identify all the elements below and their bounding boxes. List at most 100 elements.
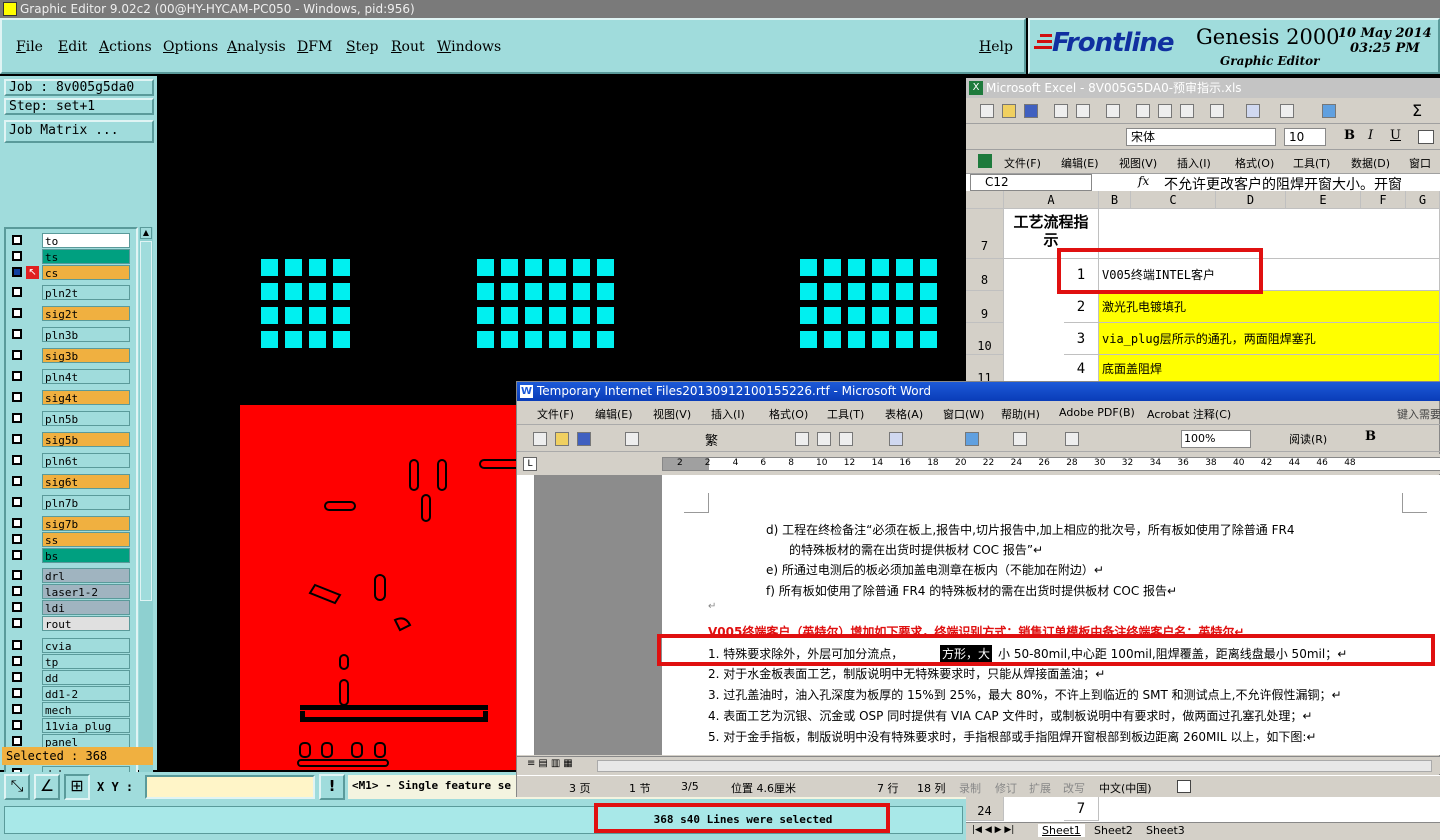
layer-checkbox[interactable] <box>12 586 22 596</box>
excel-menu-format[interactable]: 格式(O) <box>1235 155 1274 171</box>
zoom-fit-icon[interactable]: ⤡ <box>4 774 30 800</box>
col-header-b[interactable]: B <box>1099 191 1131 209</box>
status-record[interactable]: 录制 <box>959 780 981 796</box>
layer-row-dd[interactable]: dd <box>8 670 132 685</box>
layer-name[interactable]: pln5b <box>42 411 130 426</box>
layer-checkbox[interactable] <box>12 371 22 381</box>
sheet-tab-1[interactable]: Sheet1 <box>1038 824 1085 837</box>
layer-checkbox[interactable] <box>12 434 22 444</box>
measure-icon[interactable]: ∠ <box>34 774 60 800</box>
word-open-icon[interactable] <box>555 432 569 446</box>
layer-row-pln2t[interactable]: pln2t <box>8 285 132 300</box>
vertical-ruler[interactable] <box>517 475 535 755</box>
layer-name[interactable]: laser1-2 <box>42 584 130 599</box>
word-menu-edit[interactable]: 编辑(E) <box>595 406 633 422</box>
layer-checkbox[interactable] <box>12 350 22 360</box>
excel-menu-edit[interactable]: 编辑(E) <box>1061 155 1099 171</box>
preview-icon[interactable] <box>1076 104 1090 118</box>
row-header-8[interactable]: 8 <box>966 259 1004 291</box>
excel-menu-tools[interactable]: 工具(T) <box>1293 155 1330 171</box>
layer-checkbox[interactable] <box>12 534 22 544</box>
excel-menu-insert[interactable]: 插入(I) <box>1177 155 1211 171</box>
menu-file[interactable]: File <box>16 39 43 55</box>
tab-selector-icon[interactable]: L <box>523 457 537 471</box>
word-columns-icon[interactable] <box>1065 432 1079 446</box>
menu-help[interactable]: Help <box>979 39 1013 55</box>
layer-checkbox[interactable] <box>12 287 22 297</box>
layer-row-ts[interactable]: ts <box>8 249 132 264</box>
document-body[interactable]: d) 工程在终检备注“必须在板上,报告中,切片报告中,加上相应的批次号，所有板如… <box>662 475 1440 755</box>
layer-row-drl[interactable]: drl <box>8 568 132 583</box>
word-menu-help[interactable]: 帮助(H) <box>1001 406 1040 422</box>
layer-name[interactable]: pln4t <box>42 369 130 384</box>
layer-checkbox[interactable] <box>12 688 22 698</box>
word-copy-icon[interactable] <box>817 432 831 446</box>
layer-name[interactable]: rout <box>42 616 130 631</box>
layer-name[interactable]: ldi <box>42 600 130 615</box>
cut-icon[interactable] <box>1136 104 1150 118</box>
layer-checkbox[interactable] <box>12 518 22 528</box>
layer-checkbox[interactable] <box>12 329 22 339</box>
word-menu-view[interactable]: 视图(V) <box>653 406 691 422</box>
underline-button[interactable]: U <box>1390 128 1401 143</box>
layer-name[interactable]: 11via_plug <box>42 718 130 733</box>
layer-name[interactable]: sig2t <box>42 306 130 321</box>
row-header-24[interactable]: 24 <box>966 797 1004 821</box>
layer-checkbox[interactable] <box>12 455 22 465</box>
layer-row-mech[interactable]: mech <box>8 702 132 717</box>
layer-name[interactable]: to <box>42 233 130 248</box>
layer-row-cvia[interactable]: cvia <box>8 638 132 653</box>
layer-checkbox[interactable] <box>12 392 22 402</box>
layer-name[interactable]: ts <box>42 249 130 264</box>
layer-checkbox[interactable] <box>12 618 22 628</box>
spell-icon[interactable] <box>1106 104 1120 118</box>
word-table-icon[interactable] <box>1013 432 1027 446</box>
layer-checkbox[interactable] <box>12 640 22 650</box>
layer-name[interactable]: bs <box>42 548 130 563</box>
word-help-box[interactable]: 键入需要 <box>1397 406 1440 422</box>
layer-row-bs[interactable]: bs <box>8 548 132 563</box>
row-header-10[interactable]: 10 <box>966 323 1004 355</box>
menu-step[interactable]: Step <box>346 39 378 55</box>
undo-icon[interactable] <box>1246 104 1260 118</box>
open-icon[interactable] <box>1002 104 1016 118</box>
layer-checkbox[interactable] <box>12 656 22 666</box>
layer-name[interactable]: sig3b <box>42 348 130 363</box>
word-menu-table[interactable]: 表格(A) <box>885 406 923 422</box>
cell-c10[interactable]: via_plug层所示的通孔，两面阻焊塞孔 <box>1099 323 1440 355</box>
font-size-select[interactable]: 10 <box>1284 128 1326 146</box>
zoom-select[interactable]: 100% <box>1181 430 1251 448</box>
layer-checkbox[interactable] <box>12 570 22 580</box>
layer-row-dd1-2[interactable]: dd1-2 <box>8 686 132 701</box>
layer-scrollbar[interactable]: ▲ ▼ <box>139 227 153 817</box>
view-mode-icons[interactable]: ≡▤▥▦ <box>527 758 576 769</box>
col-header-c[interactable]: C <box>1131 191 1216 209</box>
horizontal-scrollbar[interactable] <box>597 760 1432 772</box>
layer-row-ss[interactable]: ss <box>8 532 132 547</box>
word-paste-icon[interactable] <box>839 432 853 446</box>
menu-windows[interactable]: Windows <box>437 39 501 55</box>
excel-menu-file[interactable]: 文件(F) <box>1004 155 1041 171</box>
layer-checkbox[interactable] <box>12 476 22 486</box>
status-extend[interactable]: 扩展 <box>1029 780 1051 796</box>
layer-row-ldi[interactable]: ldi <box>8 600 132 615</box>
copy-icon[interactable] <box>1158 104 1172 118</box>
layer-name[interactable]: pln3b <box>42 327 130 342</box>
bold-button[interactable]: B <box>1344 128 1355 143</box>
job-matrix-button[interactable]: Job Matrix ... <box>4 120 154 143</box>
sheet-nav-icon[interactable]: |◀ ◀ ▶ ▶| <box>972 825 1014 835</box>
word-menu-adobe-pdf[interactable]: Adobe PDF(B) <box>1059 406 1135 419</box>
redo-icon[interactable] <box>1280 104 1294 118</box>
layer-row-laser1-2[interactable]: laser1-2 <box>8 584 132 599</box>
cell-b10[interactable]: 3 <box>1064 323 1099 355</box>
word-menu-tools[interactable]: 工具(T) <box>827 406 864 422</box>
layer-row-sig6t[interactable]: sig6t <box>8 474 132 489</box>
layer-name[interactable]: cs <box>42 265 130 280</box>
traditional-chinese-icon[interactable]: 繁 <box>705 430 718 449</box>
cell-c9[interactable]: 激光孔电镀填孔 <box>1099 291 1440 323</box>
layer-checkbox[interactable] <box>12 550 22 560</box>
word-cut-icon[interactable] <box>795 432 809 446</box>
alert-icon[interactable]: ! <box>319 774 345 800</box>
save-icon[interactable] <box>1024 104 1038 118</box>
word-new-icon[interactable] <box>533 432 547 446</box>
